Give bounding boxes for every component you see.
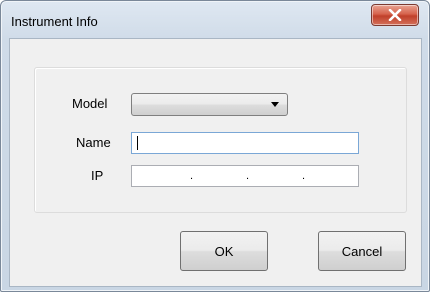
name-label: Name (76, 135, 111, 150)
window-title: Instrument Info (11, 14, 98, 29)
ip-separator: . (246, 170, 250, 182)
cancel-button[interactable]: Cancel (318, 231, 406, 271)
ip-separator: . (190, 170, 194, 182)
ip-label: IP (91, 168, 104, 183)
dialog-client-area: Model Name IP . . . OK Cancel (9, 38, 422, 287)
chevron-down-icon (271, 102, 279, 107)
dialog-window: Instrument Info Model Name IP . . . OK C… (0, 0, 430, 292)
model-dropdown[interactable] (131, 93, 288, 116)
ok-button[interactable]: OK (180, 231, 268, 271)
close-button[interactable] (371, 4, 419, 26)
ip-address-input[interactable]: . . . (131, 165, 359, 187)
title-bar[interactable]: Instrument Info (1, 1, 429, 41)
model-label: Model (72, 96, 108, 111)
ip-separator: . (302, 170, 306, 182)
text-caret (137, 136, 138, 150)
name-input[interactable] (131, 132, 359, 154)
close-icon (388, 9, 402, 21)
